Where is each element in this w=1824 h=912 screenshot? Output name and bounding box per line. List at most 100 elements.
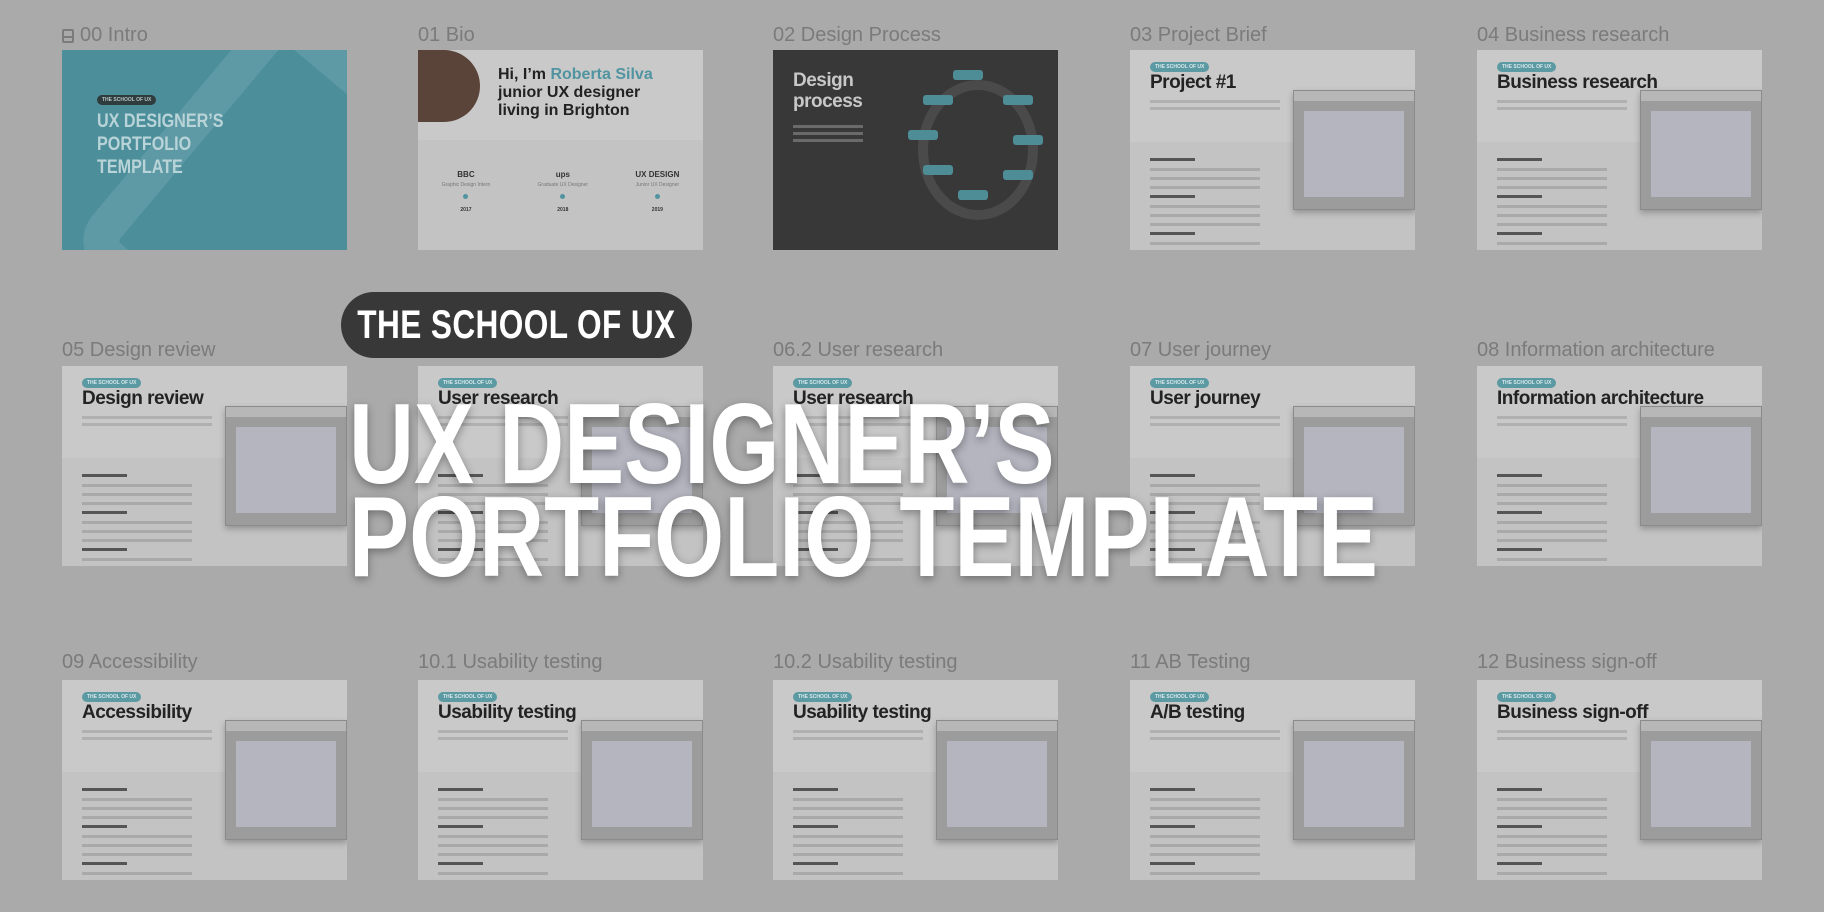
screenshot-image — [581, 720, 703, 840]
slide-heading: Usability testing — [793, 702, 932, 723]
text-line — [82, 539, 192, 542]
section-title-line — [793, 788, 838, 791]
body-text-lines — [1497, 158, 1607, 250]
text-line — [1497, 214, 1607, 217]
process-node — [923, 95, 953, 105]
frame-label[interactable]: 07 User journey — [1130, 339, 1271, 362]
text-line — [438, 798, 548, 801]
section-title-line — [1150, 232, 1195, 235]
frame-label[interactable]: 10.2 Usability testing — [773, 651, 958, 674]
frame-card[interactable]: THE SCHOOL OF UX Accessibility — [62, 680, 347, 880]
frame-card[interactable]: THE SCHOOL OF UX Business sign-off — [1477, 680, 1762, 880]
bio-heading: Hi, I’m Roberta Silva junior UX designer l… — [498, 66, 653, 120]
frame-label-text: 12 Business sign-off — [1477, 651, 1657, 673]
school-pill: THE SCHOOL OF UX — [1497, 692, 1557, 702]
frame-label-text: 06.2 User research — [773, 339, 944, 361]
frame-label[interactable]: 01 Bio — [418, 24, 475, 47]
frame-label[interactable]: 09 Accessibility — [62, 651, 198, 674]
body-text-lines — [438, 788, 548, 880]
process-node — [1003, 170, 1033, 180]
text-line — [438, 816, 548, 819]
frame-label[interactable]: 03 Project Brief — [1130, 24, 1267, 47]
frame-label-text: 09 Accessibility — [62, 651, 198, 673]
frame-label-text: 08 Information architecture — [1477, 339, 1715, 361]
bio-heading-line: Hi, I’m Roberta Silva — [498, 66, 653, 84]
frame-label[interactable]: 12 Business sign-off — [1477, 651, 1657, 674]
frame-label[interactable]: 11 AB Testing — [1130, 651, 1250, 674]
greeting: Hi, I’m — [498, 66, 551, 83]
section-title-line — [82, 548, 127, 551]
slide-subtitle-lines — [1150, 100, 1280, 103]
frame-label-text: 10.2 Usability testing — [773, 651, 958, 673]
section-title-line — [1497, 862, 1542, 865]
frame-card[interactable]: THE SCHOOL OF UX Usability testing — [418, 680, 703, 880]
school-badge-text: THE SCHOOL OF UX — [357, 302, 676, 347]
timeline-item: BBC Graphic Design Intern 2017 — [442, 170, 491, 213]
intro-title-line: TEMPLATE — [97, 157, 183, 178]
text-line — [82, 493, 192, 496]
frame-label[interactable]: 06.2 User research — [773, 339, 943, 362]
slide-heading: Usability testing — [438, 702, 577, 723]
timeline-item: ups Graduate UX Designer 2018 — [538, 170, 589, 213]
text-line — [82, 807, 192, 810]
text-line — [1497, 493, 1607, 496]
slide-heading: Design process — [793, 70, 863, 112]
text-line — [1497, 853, 1607, 856]
school-pill: THE SCHOOL OF UX — [1150, 62, 1210, 72]
text-line — [1497, 521, 1607, 524]
process-node — [923, 165, 953, 175]
section-title-line — [1497, 511, 1542, 514]
body-text-lines — [1497, 474, 1607, 566]
frame-label-text: 00 Intro — [80, 24, 148, 46]
text-line — [438, 844, 548, 847]
text-line — [82, 816, 192, 819]
text-line — [1150, 816, 1260, 819]
frame-card[interactable]: Design process — [773, 50, 1058, 250]
frame-label[interactable]: 08 Information architecture — [1477, 339, 1715, 362]
frame-label-text: 11 AB Testing — [1130, 651, 1251, 673]
frame-card[interactable]: THE SCHOOL OF UX Business research — [1477, 50, 1762, 250]
school-pill: THE SCHOOL OF UX — [97, 95, 157, 105]
frame-card[interactable]: THE SCHOOL OF UX Usability testing — [773, 680, 1058, 880]
text-line — [82, 872, 192, 875]
intro-title-line: PORTFOLIO — [97, 134, 192, 155]
text-line — [793, 872, 903, 875]
body-text-lines — [1150, 788, 1260, 880]
text-line — [1497, 502, 1607, 505]
slide-subtitle-lines — [1497, 416, 1627, 419]
slide-subtitle-lines — [793, 730, 923, 733]
frame-card[interactable]: THE SCHOOL OF UX UX DESIGNER’S PORTFOLIO TE… — [62, 50, 347, 250]
body-text-lines — [1497, 788, 1607, 880]
intro-title: UX DESIGNER’S PORTFOLIO TEMPLATE — [97, 110, 224, 179]
school-pill: THE SCHOOL OF UX — [1497, 62, 1557, 72]
text-line — [1497, 816, 1607, 819]
frame-label[interactable]: 04 Business research — [1477, 24, 1669, 47]
slide-subtitle-lines — [1497, 730, 1627, 733]
frame-label[interactable]: 00 Intro — [62, 24, 148, 47]
frame-card[interactable]: Hi, I’m Roberta Silva junior UX designer l… — [418, 50, 703, 250]
text-line — [1497, 558, 1607, 561]
hero-title-line2: PORTFOLIO TEMPLATE — [349, 474, 1378, 601]
section-title-line — [1497, 195, 1542, 198]
frame-label[interactable]: 10.1 Usability testing — [418, 651, 603, 674]
frame-card[interactable]: THE SCHOOL OF UX Information architecture — [1477, 366, 1762, 566]
frame-card[interactable]: THE SCHOOL OF UX Design review — [62, 366, 347, 566]
text-line — [1150, 168, 1260, 171]
frame-card[interactable]: THE SCHOOL OF UX Project #1 — [1130, 50, 1415, 250]
frame-label[interactable]: 02 Design Process — [773, 24, 941, 47]
section-title-line — [1497, 548, 1542, 551]
text-line — [793, 835, 903, 838]
text-line — [438, 807, 548, 810]
intro-title-line: UX DESIGNER’S — [97, 111, 224, 132]
process-node — [1003, 95, 1033, 105]
screenshot-image — [1640, 406, 1762, 526]
frame-label[interactable]: 05 Design review — [62, 339, 215, 362]
slide-subtitle-lines — [1497, 100, 1627, 103]
text-line — [1497, 872, 1607, 875]
text-line — [438, 835, 548, 838]
frame-card[interactable]: THE SCHOOL OF UX A/B testing — [1130, 680, 1415, 880]
slide-subtitle-lines — [82, 416, 212, 419]
text-line — [793, 798, 903, 801]
text-line — [1497, 807, 1607, 810]
text-line — [1497, 223, 1607, 226]
